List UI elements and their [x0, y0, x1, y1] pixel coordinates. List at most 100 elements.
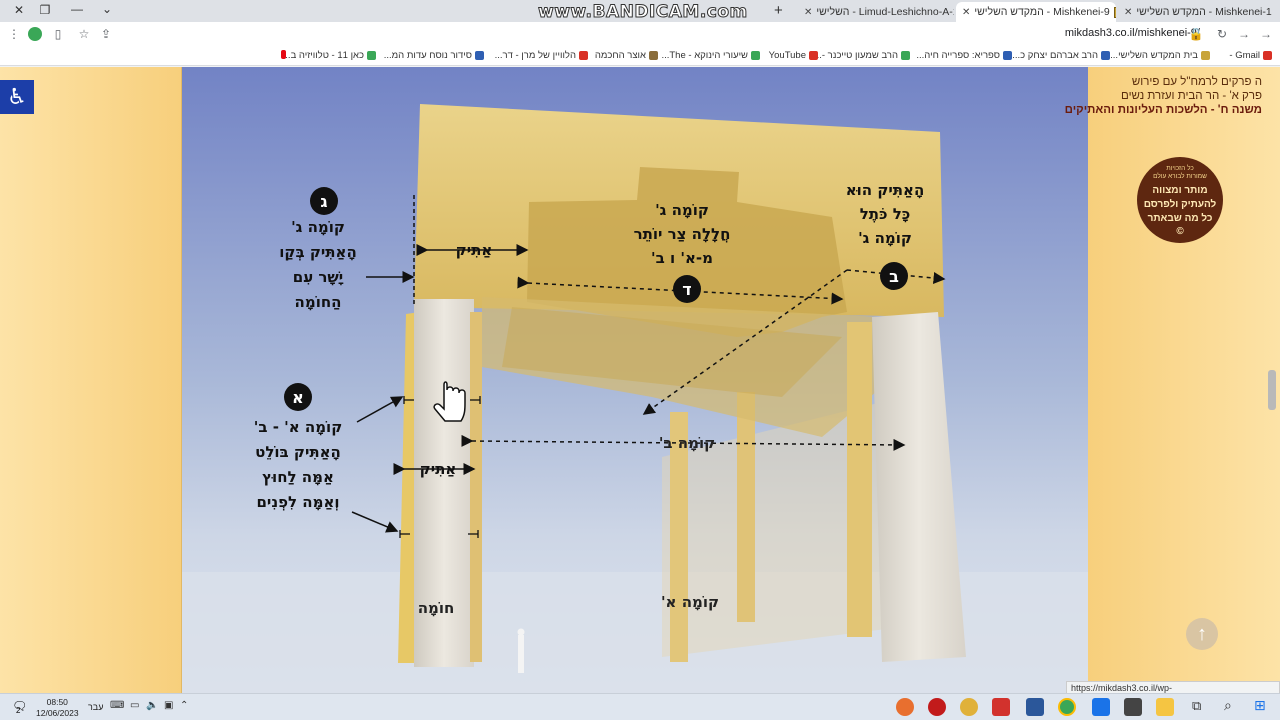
bookmark-favicon-icon: [901, 51, 910, 60]
tab-mishkenei-9[interactable]: ✕ המקדש השלישי - Mishkenei-9: [956, 2, 1116, 22]
right-side-panel: ה פרקים לרמח"ל עם פירוש פרק א' - הר הבית…: [1065, 67, 1280, 693]
tab-label: המקדש השלישי - Mishkenei-9: [974, 6, 1110, 18]
bookmark-star-icon[interactable]: ☆: [74, 24, 94, 44]
scroll-to-top-icon[interactable]: ↑: [1186, 618, 1218, 650]
floor-a-label: קוֹמָה א': [661, 593, 719, 611]
alef-line: וְאַמָּה לִפְנִים: [256, 493, 339, 511]
badge-text: להעתיק ולפרסם: [1143, 199, 1217, 210]
tab-close-icon[interactable]: ✕: [962, 7, 970, 18]
bookmark-item[interactable]: אוצר החכמה: [595, 50, 658, 61]
show-hidden-icons-chevron-icon[interactable]: ⌃: [180, 700, 188, 711]
address-bar[interactable]: mikdash3.co.il/mishkenei-9/: [1065, 27, 1200, 39]
bookmarks-bar: Gmail - בית המקדש השלישי... הרב אברהם יצ…: [0, 46, 1280, 66]
left-wall-side: [470, 312, 482, 662]
tab-close-icon[interactable]: ✕: [804, 7, 812, 18]
bookmark-item[interactable]: Gmail -: [1229, 50, 1272, 61]
bookmark-item[interactable]: בית המקדש השלישי...: [1110, 50, 1210, 61]
bookmark-item[interactable]: YouTube: [769, 50, 818, 61]
taskbar-store-icon[interactable]: [1124, 698, 1142, 716]
circle-label-alef-text: א: [292, 388, 304, 407]
human-figure: [518, 635, 524, 673]
bookmark-item[interactable]: ספריא: ספרייה חיה...: [916, 50, 1012, 61]
gimel-line: הַחוֹמָה: [295, 293, 342, 311]
task-view-icon[interactable]: ⧉: [1192, 698, 1201, 714]
reload-icon[interactable]: ↻: [1212, 24, 1232, 44]
tab-limud-leshichno[interactable]: ✕ השלישי - Limud-Leshichno-A-13: [798, 2, 954, 22]
search-icon[interactable]: ⌕: [1224, 697, 1232, 714]
bookmark-item[interactable]: [281, 50, 286, 59]
badge-text: כל מה שבאתר: [1147, 213, 1213, 224]
breadcrumb-chapter-title[interactable]: ה פרקים לרמח"ל עם פירוש: [1132, 76, 1262, 88]
copyright-badge: כל הזכויות שמורות לבורא עולם מותר ומצווה…: [1137, 157, 1223, 243]
page-scrollbar[interactable]: [1268, 370, 1276, 410]
bet-line: כָּל כֹּתֶל: [860, 205, 911, 223]
taskbar-mail-icon[interactable]: [1092, 698, 1110, 716]
tab-label: השלישי - Limud-Leshichno-A-13: [816, 6, 954, 18]
restore-window-icon[interactable]: ❐: [30, 3, 60, 17]
start-windows-icon[interactable]: ⊞: [1254, 697, 1266, 714]
lock-icon: 🔒: [1188, 27, 1204, 41]
bookmark-favicon-icon: [579, 51, 588, 60]
atik-mid-label: אַתִּיק: [420, 460, 457, 478]
bet-line: קוֹמָה ג': [858, 229, 912, 247]
tab-mishkenei-1[interactable]: ✕ המקדש השלישי - Mishkenei-1: [1118, 2, 1280, 22]
badge-text: מותר ומצווה: [1152, 185, 1208, 196]
bookmark-item[interactable]: שיעורי הינוקא - The...: [661, 50, 760, 61]
bookmark-favicon-icon: [1201, 51, 1210, 60]
back-arrow-icon[interactable]: →: [1234, 24, 1254, 44]
bookmark-item[interactable]: סידור נוסח עדות המ...: [384, 50, 484, 61]
side-panel-icon[interactable]: ▯: [48, 24, 68, 44]
bookmark-item[interactable]: הלוויין של מרן - דר...: [495, 50, 588, 61]
alef-line: אַמָּה לַחוּץ: [262, 468, 334, 486]
tray-app-icon[interactable]: ▣: [164, 700, 173, 711]
atik-top-label: אַתִּיק: [456, 241, 493, 259]
new-tab-button[interactable]: +: [774, 2, 783, 19]
minimize-window-icon[interactable]: —: [62, 2, 92, 16]
taskbar-recorder-icon[interactable]: [928, 698, 946, 716]
forward-arrow-icon[interactable]: →: [1256, 24, 1276, 44]
temple-diagram: ג א ב ד קוֹמָה ג' הָאַתִּיק בְּקַו יָשָׁ…: [182, 67, 1088, 693]
taskbar-chrome-icon[interactable]: [1058, 698, 1076, 716]
taskbar-app-icon[interactable]: [960, 698, 978, 716]
os-taskbar: 🗨 2 08:50 12/06/2023 עבר ⌨ ▭ 🔈 ▣ ⌃ ⧉ ⌕ ⊞: [0, 693, 1280, 720]
bookmark-favicon-icon: [1003, 51, 1012, 60]
alef-line: קוֹמָה א' - ב': [254, 418, 343, 436]
bookmark-favicon-icon: [475, 51, 484, 60]
recorder-watermark: www.BANDICAM.com: [538, 2, 748, 23]
keyboard-icon[interactable]: ⌨: [110, 700, 124, 711]
floor-b-label: קוֹמָה ב': [659, 434, 715, 452]
input-language[interactable]: עבר: [88, 702, 103, 712]
wall-label: חוֹמָה: [418, 599, 455, 617]
bookmark-favicon-icon: [751, 51, 760, 60]
clock-date: 12/06/2023: [36, 708, 79, 718]
taskbar-app-icon[interactable]: [896, 698, 914, 716]
volume-icon[interactable]: 🔈: [146, 700, 158, 711]
taskbar-explorer-icon[interactable]: [1156, 698, 1174, 716]
bookmark-favicon-icon: [1101, 51, 1110, 60]
system-clock[interactable]: 08:50 12/06/2023: [36, 697, 79, 719]
bookmark-item[interactable]: הרב שמעון טייכנר -...: [814, 50, 910, 61]
bookmark-item[interactable]: הרב אברהם יצחק כ...: [1012, 50, 1110, 61]
inner-pillar: [737, 392, 755, 622]
taskbar-app-icon[interactable]: [992, 698, 1010, 716]
bookmark-item[interactable]: כאן 11 - טלוויזיה ב...: [283, 50, 376, 61]
circle-label-dalet-text: ד: [682, 280, 691, 299]
page-content: ♿ ג א ב ד קוֹמָה ג' הָאַתִּיק בְּקַו יָש…: [0, 67, 1280, 693]
browser-titlebar: ✕ ❐ — ⌄ ✕ המקדש השלישי - Mishkenei-1 ✕ ה…: [0, 0, 1280, 23]
gimel-line: קוֹמָה ג': [291, 218, 345, 236]
browser-toolbar: ⋮ ▯ ☆ ⇪ mikdash3.co.il/mishkenei-9/ 🔒 ↻ …: [0, 22, 1280, 46]
center-line: חֲלָלָה צַר יוֹתֵר: [634, 225, 731, 243]
gimel-line: הָאַתִּיק בְּקַו: [279, 243, 357, 261]
breadcrumb-perek[interactable]: פרק א' - הר הבית ועזרת נשים: [1121, 90, 1262, 102]
accessibility-icon[interactable]: ♿: [0, 80, 34, 114]
badge-small-text: שמורות לבורא עולם: [1153, 173, 1207, 180]
taskbar-word-icon[interactable]: [1026, 698, 1044, 716]
breadcrumb-mishna[interactable]: משנה ח' - הלשכות העליונות והאתיקים: [1065, 104, 1262, 116]
menu-dots-icon[interactable]: ⋮: [4, 24, 24, 44]
tab-close-icon[interactable]: ✕: [1124, 7, 1132, 18]
profile-avatar[interactable]: [25, 24, 45, 44]
badge-small-text: כל הזכויות: [1166, 165, 1194, 172]
network-icon[interactable]: ▭: [130, 700, 139, 711]
share-icon[interactable]: ⇪: [96, 24, 116, 44]
tab-search-chevron-icon[interactable]: ⌄: [92, 2, 122, 16]
